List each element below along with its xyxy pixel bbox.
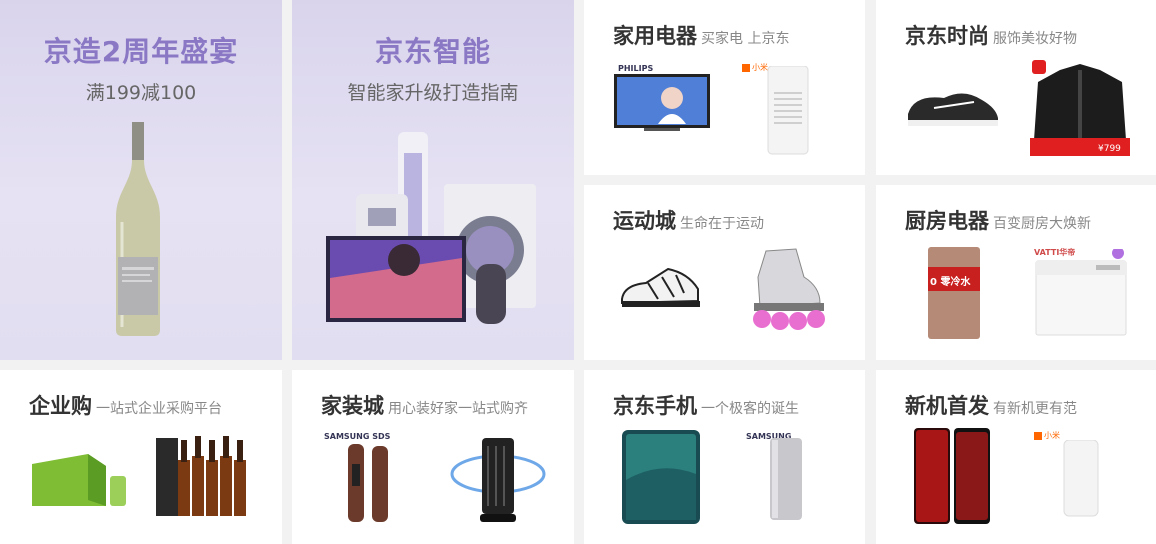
smart-lock-image	[348, 444, 388, 522]
promo-tile-smart[interactable]: 京东智能 智能家升级打造指南	[292, 0, 574, 360]
category-title: 京东时尚	[905, 24, 989, 48]
power-bank-image	[770, 438, 802, 520]
air-purifier-image	[767, 66, 809, 155]
mi-power-bank-image	[1063, 440, 1099, 517]
tv-image	[614, 74, 710, 131]
category-tile-fashion[interactable]: 京东时尚 服饰美妆好物 ¥799	[876, 0, 1156, 175]
price-tag: ¥799	[1098, 144, 1121, 154]
gift-box-image	[32, 454, 126, 506]
category-subtitle: 有新机更有范	[993, 401, 1077, 417]
category-tile-phone[interactable]: 京东手机 一个极客的诞生 SAMSUNG	[584, 370, 865, 544]
category-subtitle: 服饰美妆好物	[993, 31, 1077, 47]
mi-brand-label: 小米	[742, 62, 768, 73]
category-subtitle: 一个极客的诞生	[701, 401, 799, 417]
category-tile-appliance[interactable]: 家用电器 买家电 上京东 PHILIPS 小米	[584, 0, 865, 175]
promo-title: 京造2周年盛宴	[43, 35, 239, 68]
promo-title: 京东智能	[374, 35, 491, 68]
smartphone-image	[622, 430, 700, 524]
category-tile-home[interactable]: 家装城 用心装好家一站式购齐 SAMSUNG SDS	[292, 370, 574, 544]
category-tile-sports[interactable]: 运动城 生命在于运动	[584, 185, 865, 360]
sports-shoe-image	[621, 267, 700, 307]
category-title: 京东手机	[613, 394, 697, 418]
promo-subtitle: 智能家升级打造指南	[347, 82, 519, 104]
sneaker-image	[908, 93, 998, 126]
wine-bottle-image	[116, 122, 160, 336]
brand-label: PHILIPS	[618, 64, 654, 73]
category-tile-enterprise[interactable]: 企业购 一站式企业采购平台	[0, 370, 282, 544]
category-subtitle: 生命在于运动	[680, 216, 764, 232]
liquor-bottles-image	[156, 436, 246, 516]
category-subtitle: 用心装好家一站式购齐	[388, 401, 528, 417]
category-title: 家装城	[321, 394, 384, 418]
category-title: 新机首发	[905, 394, 989, 418]
promo-subtitle: 满199减100	[85, 82, 197, 104]
category-title: 厨房电器	[905, 209, 989, 233]
category-subtitle: 买家电 上京东	[701, 31, 790, 47]
category-subtitle: 百变厨房大焕新	[993, 216, 1091, 232]
category-tile-kitchen[interactable]: 厨房电器 百变厨房大焕新 0 零冷水 VATTI华帝	[876, 185, 1156, 360]
category-title: 运动城	[613, 209, 676, 233]
smart-appliances-image	[326, 132, 536, 324]
category-tile-newdevice[interactable]: 新机首发 有新机更有范 小米	[876, 370, 1156, 544]
category-title: 企业购	[29, 394, 92, 418]
dishwasher-image	[1035, 249, 1127, 336]
brand-label: SAMSUNG SDS	[324, 432, 391, 441]
mosquito-lamp-image	[450, 438, 546, 522]
roller-skate-image	[753, 248, 825, 330]
category-subtitle: 一站式企业采购平台	[96, 401, 222, 417]
water-heater-image	[928, 247, 980, 339]
promo-tile-jingzao[interactable]: 京造2周年盛宴 满199减100	[0, 0, 282, 360]
jacket-image	[1030, 60, 1130, 156]
new-phone-image	[914, 428, 990, 524]
product-tag: 0 零冷水	[930, 277, 971, 288]
mi-brand-label: 小米	[1034, 430, 1060, 441]
category-title: 家用电器	[613, 24, 697, 48]
